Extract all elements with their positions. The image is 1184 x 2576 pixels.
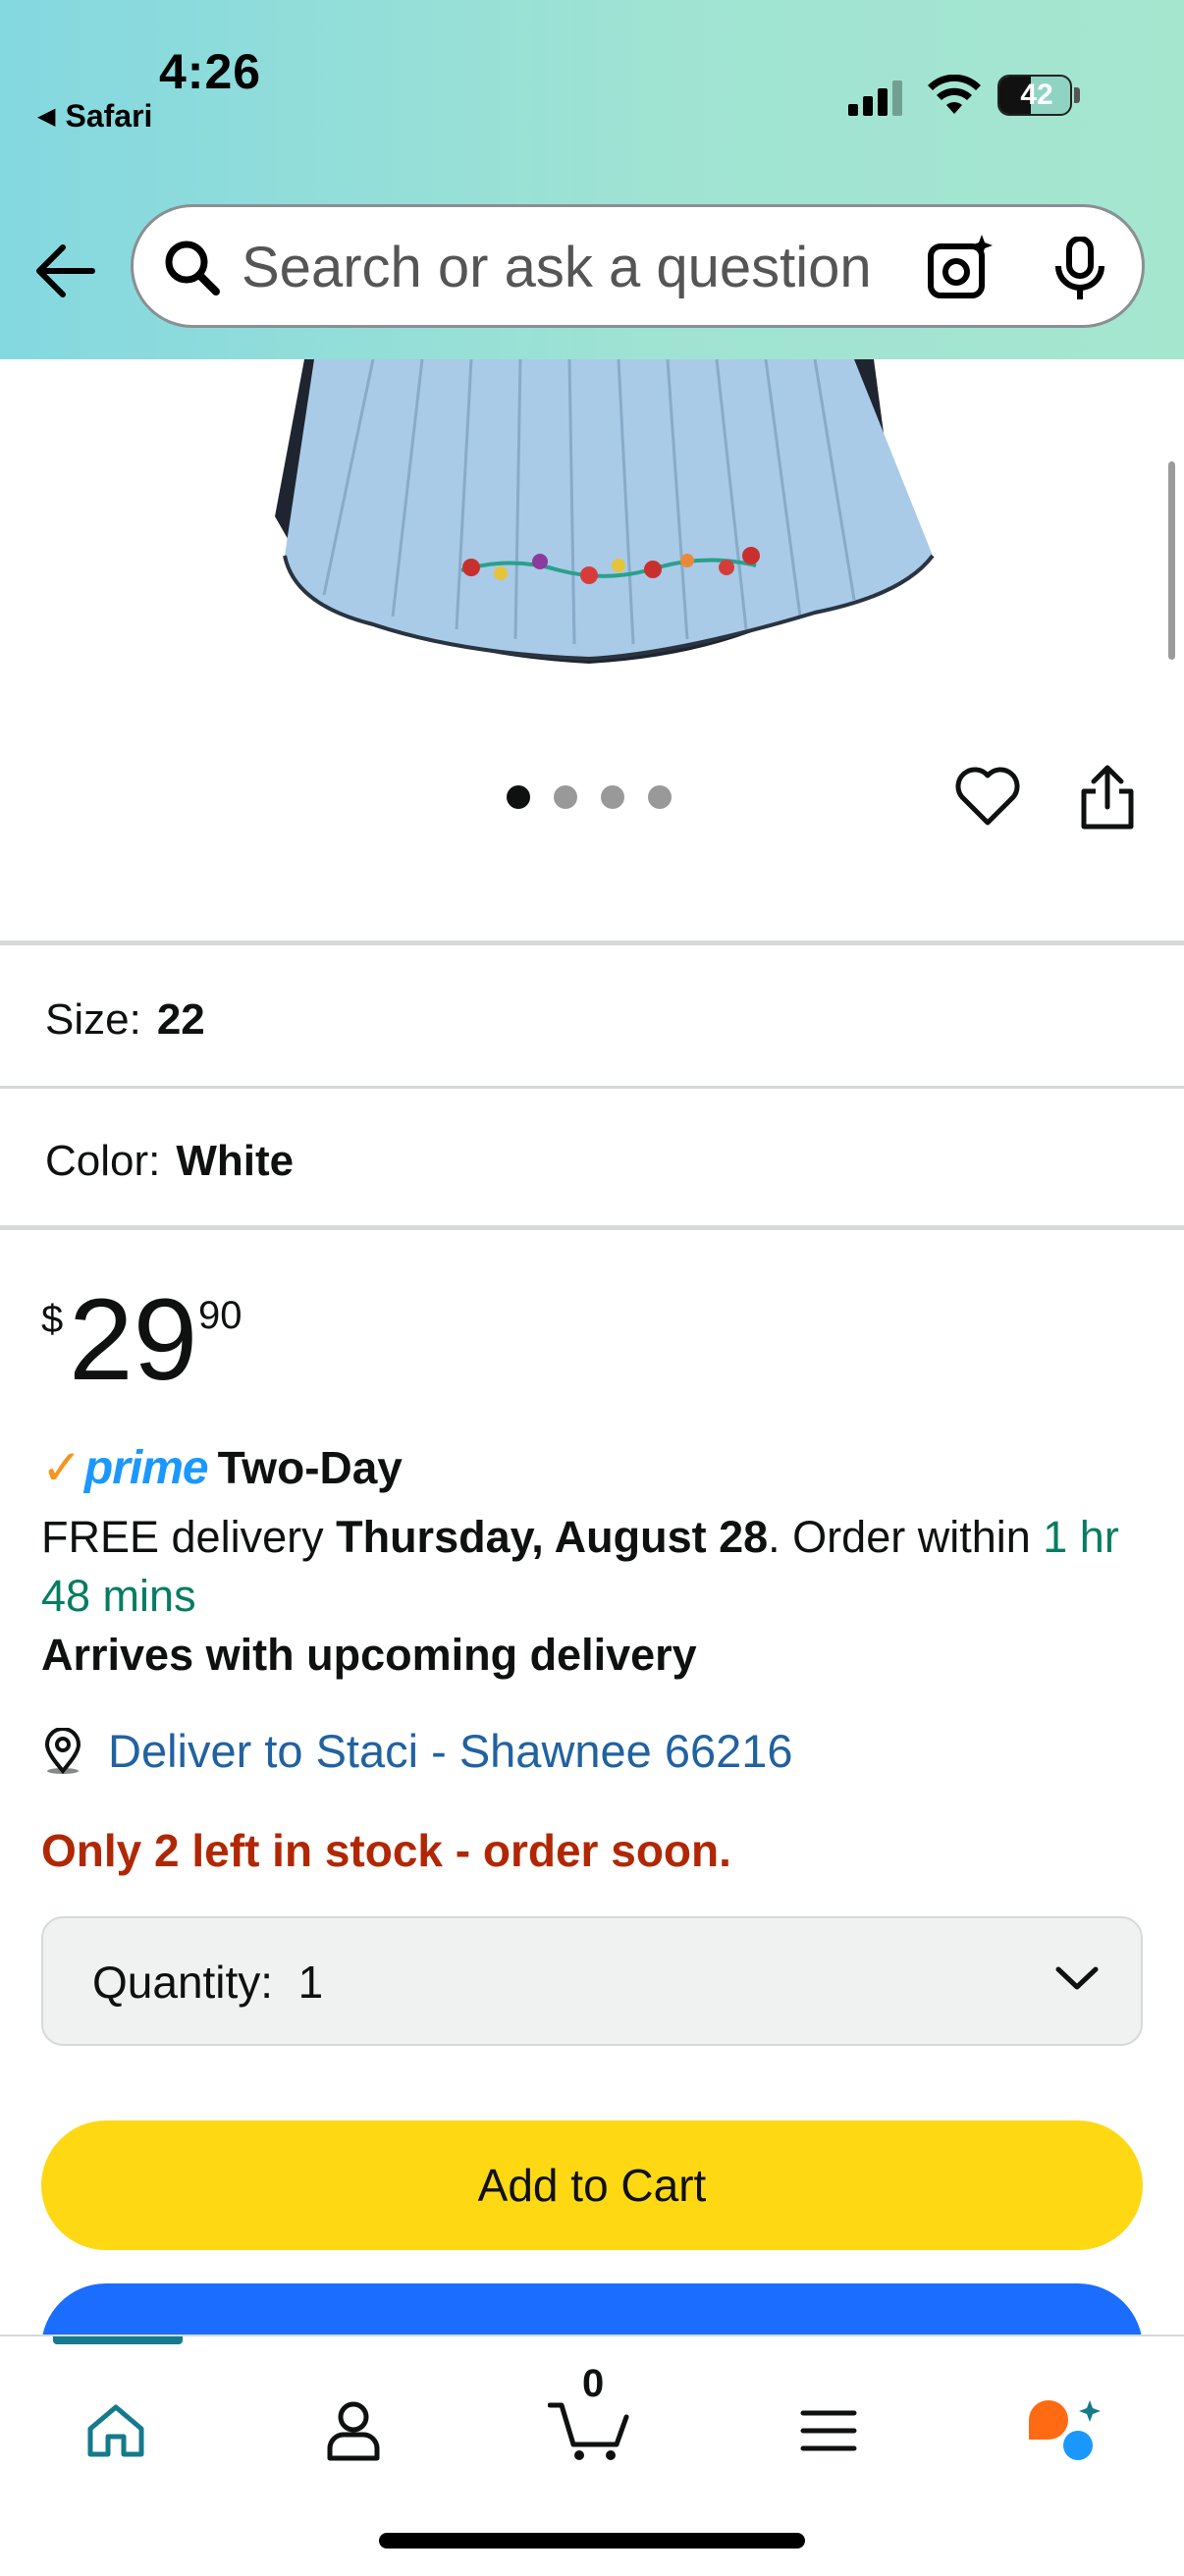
quantity-dropdown[interactable]: Quantity: 1 [41, 1916, 1143, 2046]
status-time: 4:26 [159, 44, 262, 99]
prime-label: prime [83, 1441, 209, 1494]
stock-warning: Only 2 left in stock - order soon. [41, 1825, 731, 1876]
cart-icon [548, 2402, 629, 2460]
prime-speed: Two-Day [217, 1442, 403, 1493]
camera-lens-icon[interactable] [925, 235, 996, 303]
size-label: Size: [45, 995, 141, 1044]
menu-icon [800, 2410, 857, 2451]
search-bar[interactable] [131, 204, 1145, 328]
battery-icon: 42 [997, 75, 1080, 116]
cart-count-badge: 0 [582, 2362, 605, 2405]
back-arrow-icon[interactable] [29, 236, 100, 306]
price-symbol: $ [41, 1298, 64, 1341]
page-dot-1[interactable] [507, 785, 530, 809]
tab-account[interactable] [295, 2372, 412, 2490]
back-to-safari-link[interactable]: ◀ Safari [37, 98, 152, 134]
rufus-ai-icon [1029, 2400, 1101, 2460]
delivery-message: FREE delivery Thursday, August 28. Order… [41, 1508, 1151, 1626]
arrives-message: Arrives with upcoming delivery [41, 1630, 697, 1680]
color-label: Color: [45, 1137, 161, 1185]
top-header: 4:26 ◀ Safari 42 [0, 0, 1184, 359]
price-fraction: 90 [198, 1294, 242, 1337]
color-selector[interactable]: Color: White [45, 1137, 294, 1186]
quantity-value: 1 [297, 1957, 324, 2008]
wifi-icon [928, 75, 981, 114]
back-triangle-icon: ◀ [37, 103, 56, 130]
add-to-cart-button[interactable]: Add to Cart [41, 2120, 1143, 2250]
deliver-to-address[interactable]: Deliver to Staci - Shawnee 66216 [108, 1724, 793, 1778]
microphone-icon[interactable] [1052, 237, 1107, 301]
image-page-indicator[interactable] [507, 785, 672, 809]
home-icon [87, 2404, 144, 2457]
search-icon [165, 241, 220, 295]
order-within-text: . Order within [768, 1512, 1044, 1562]
color-value: White [176, 1137, 295, 1185]
price-whole: 29 [69, 1275, 198, 1405]
prime-badge: ✓ prime Two-Day [41, 1439, 403, 1496]
active-tab-indicator [53, 2336, 183, 2344]
page-dot-2[interactable] [554, 785, 577, 809]
home-indicator [379, 2533, 805, 2549]
prime-check-icon: ✓ [41, 1440, 82, 1495]
size-value: 22 [156, 995, 205, 1044]
section-divider [0, 1086, 1184, 1089]
product-image[interactable] [265, 359, 942, 673]
share-icon[interactable] [1078, 764, 1137, 831]
location-pin-icon [44, 1727, 81, 1774]
section-divider [0, 1225, 1184, 1230]
tab-home[interactable] [57, 2372, 175, 2490]
page-dot-3[interactable] [601, 785, 624, 809]
back-app-label: Safari [65, 98, 153, 134]
tab-menu[interactable] [770, 2372, 888, 2490]
section-divider [0, 940, 1184, 945]
battery-level: 42 [1020, 79, 1053, 111]
free-delivery-text: FREE delivery [41, 1512, 337, 1562]
heart-icon[interactable] [954, 766, 1021, 829]
page-dot-4[interactable] [648, 785, 672, 809]
scrollbar[interactable] [1168, 461, 1175, 660]
chevron-down-icon [1055, 1966, 1099, 1990]
size-selector[interactable]: Size: 22 [45, 995, 205, 1045]
delivery-date: Thursday, August 28 [336, 1512, 769, 1562]
account-icon [327, 2401, 380, 2461]
quantity-label: Quantity: 1 [92, 1957, 324, 2008]
tab-rufus[interactable] [1005, 2372, 1123, 2490]
deliver-to-link[interactable]: Deliver to Staci - Shawnee 66216 [41, 1724, 793, 1778]
cellular-signal-icon [848, 80, 902, 116]
